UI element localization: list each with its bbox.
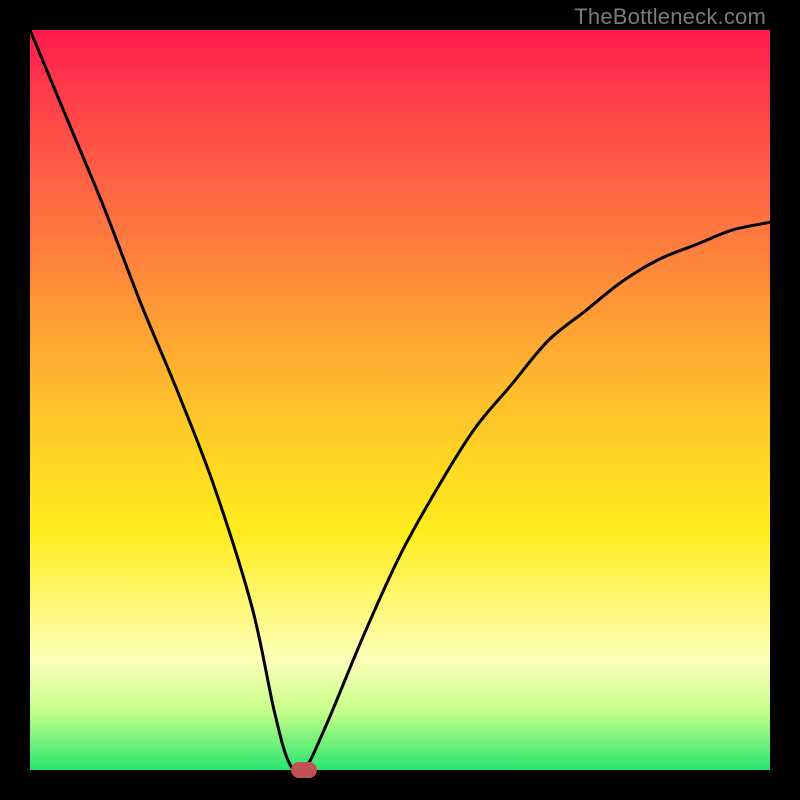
watermark-text: TheBottleneck.com <box>574 4 766 30</box>
optimum-marker <box>291 762 317 778</box>
chart-frame: TheBottleneck.com <box>0 0 800 800</box>
bottleneck-curve-path <box>30 30 770 770</box>
curve-svg <box>30 30 770 770</box>
plot-area <box>30 30 770 770</box>
